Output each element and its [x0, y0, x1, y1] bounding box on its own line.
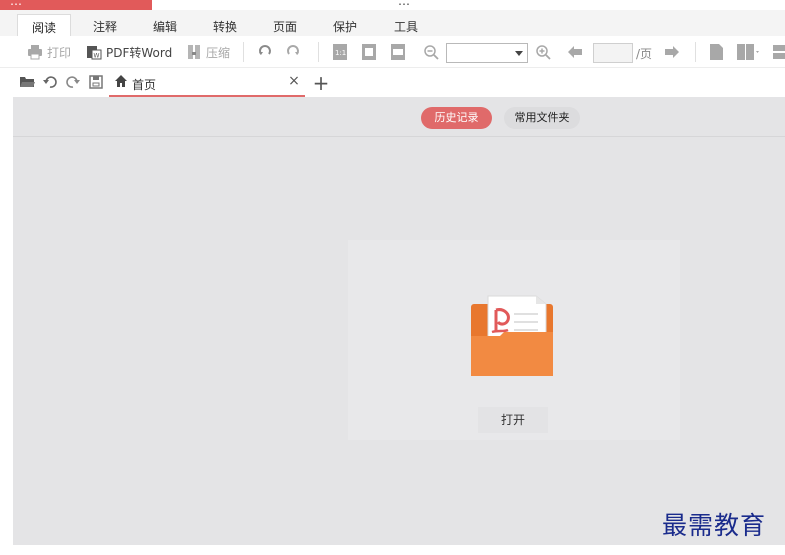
chevron-down-icon: [515, 51, 523, 56]
fit-page-button[interactable]: [362, 36, 376, 68]
window-title: …: [398, 0, 410, 8]
toolbar-divider: [318, 42, 319, 62]
single-page-button[interactable]: [710, 36, 723, 68]
pdf-to-word-label: PDF转Word: [106, 45, 173, 60]
rotate-left-icon: [259, 45, 271, 55]
tab-edit[interactable]: 编辑: [140, 14, 190, 36]
tab-page[interactable]: 页面: [260, 14, 310, 36]
zoom-in-icon: [536, 44, 551, 60]
new-tab-button[interactable]: +: [311, 72, 331, 94]
tab-protect[interactable]: 保护: [320, 14, 370, 36]
app-brand: …: [0, 0, 152, 10]
fit-page-icon: [362, 44, 376, 60]
toolbar-divider: [243, 42, 244, 62]
next-page-button[interactable]: [665, 36, 679, 68]
continuous-page-icon: [773, 45, 785, 59]
two-page-button[interactable]: [737, 36, 759, 68]
compress-label: 压缩: [206, 45, 231, 60]
compress-button[interactable]: 压缩: [186, 36, 230, 68]
zoom-select[interactable]: [446, 43, 528, 63]
tab-read[interactable]: 阅读: [17, 14, 71, 36]
tab-annotate[interactable]: 注释: [80, 14, 130, 36]
svg-text:W: W: [94, 53, 100, 60]
close-icon[interactable]: ×: [287, 73, 301, 89]
page-unit-label: /页: [636, 47, 653, 61]
open-file-icon[interactable]: [470, 290, 556, 378]
compress-icon: [188, 45, 200, 59]
two-page-icon: [737, 44, 759, 60]
divider: [13, 136, 785, 137]
rotate-right-icon: [287, 45, 299, 55]
fit-width-icon: [391, 44, 405, 60]
rotate-left-button[interactable]: [258, 36, 272, 68]
pdf-to-word-button[interactable]: W PDF转Word: [86, 36, 172, 68]
redo-icon[interactable]: [65, 74, 81, 90]
document-tab-label: 首页: [132, 78, 157, 92]
toolbar-divider: [695, 42, 696, 62]
print-icon: [28, 45, 42, 60]
fit-width-button[interactable]: [391, 36, 405, 68]
open-button[interactable]: 打开: [478, 407, 548, 433]
title-bar: … …: [0, 0, 785, 10]
menu-bar: 阅读 注释 编辑 转换 页面 保护 工具: [0, 10, 785, 36]
history-tab[interactable]: 历史记录: [421, 107, 492, 129]
print-label: 打印: [47, 45, 72, 60]
status-strip: [0, 545, 785, 555]
undo-icon[interactable]: [42, 74, 58, 90]
home-icon: [115, 75, 127, 87]
content-left-border: [0, 97, 13, 555]
toolbar: 打印 W PDF转Word 压缩 1:1: [0, 36, 785, 68]
prev-page-button[interactable]: [568, 36, 582, 68]
favorites-folder-tab[interactable]: 常用文件夹: [504, 107, 580, 129]
rotate-right-button[interactable]: [286, 36, 300, 68]
zoom-out-icon: [424, 44, 439, 60]
tab-convert[interactable]: 转换: [200, 14, 250, 36]
arrow-right-icon: [665, 46, 679, 58]
app-brand-text: …: [10, 0, 22, 8]
arrow-left-icon: [568, 46, 582, 58]
svg-text:1:1: 1:1: [335, 49, 346, 57]
tab-tools[interactable]: 工具: [381, 14, 431, 36]
page-number-input[interactable]: [593, 43, 633, 63]
single-page-icon: [710, 44, 723, 60]
watermark: 最需教育: [662, 511, 767, 540]
continuous-page-button[interactable]: [773, 36, 785, 68]
actual-size-icon: 1:1: [333, 44, 347, 60]
actual-size-button[interactable]: 1:1: [333, 36, 347, 68]
open-folder-icon[interactable]: [19, 74, 35, 90]
print-button[interactable]: 打印: [27, 36, 71, 68]
document-tab-home[interactable]: 首页 ×: [109, 70, 305, 97]
zoom-out-button[interactable]: [424, 36, 439, 68]
pdf-to-word-icon: W: [87, 46, 102, 60]
zoom-in-button[interactable]: [536, 36, 551, 68]
save-icon[interactable]: [88, 74, 104, 90]
